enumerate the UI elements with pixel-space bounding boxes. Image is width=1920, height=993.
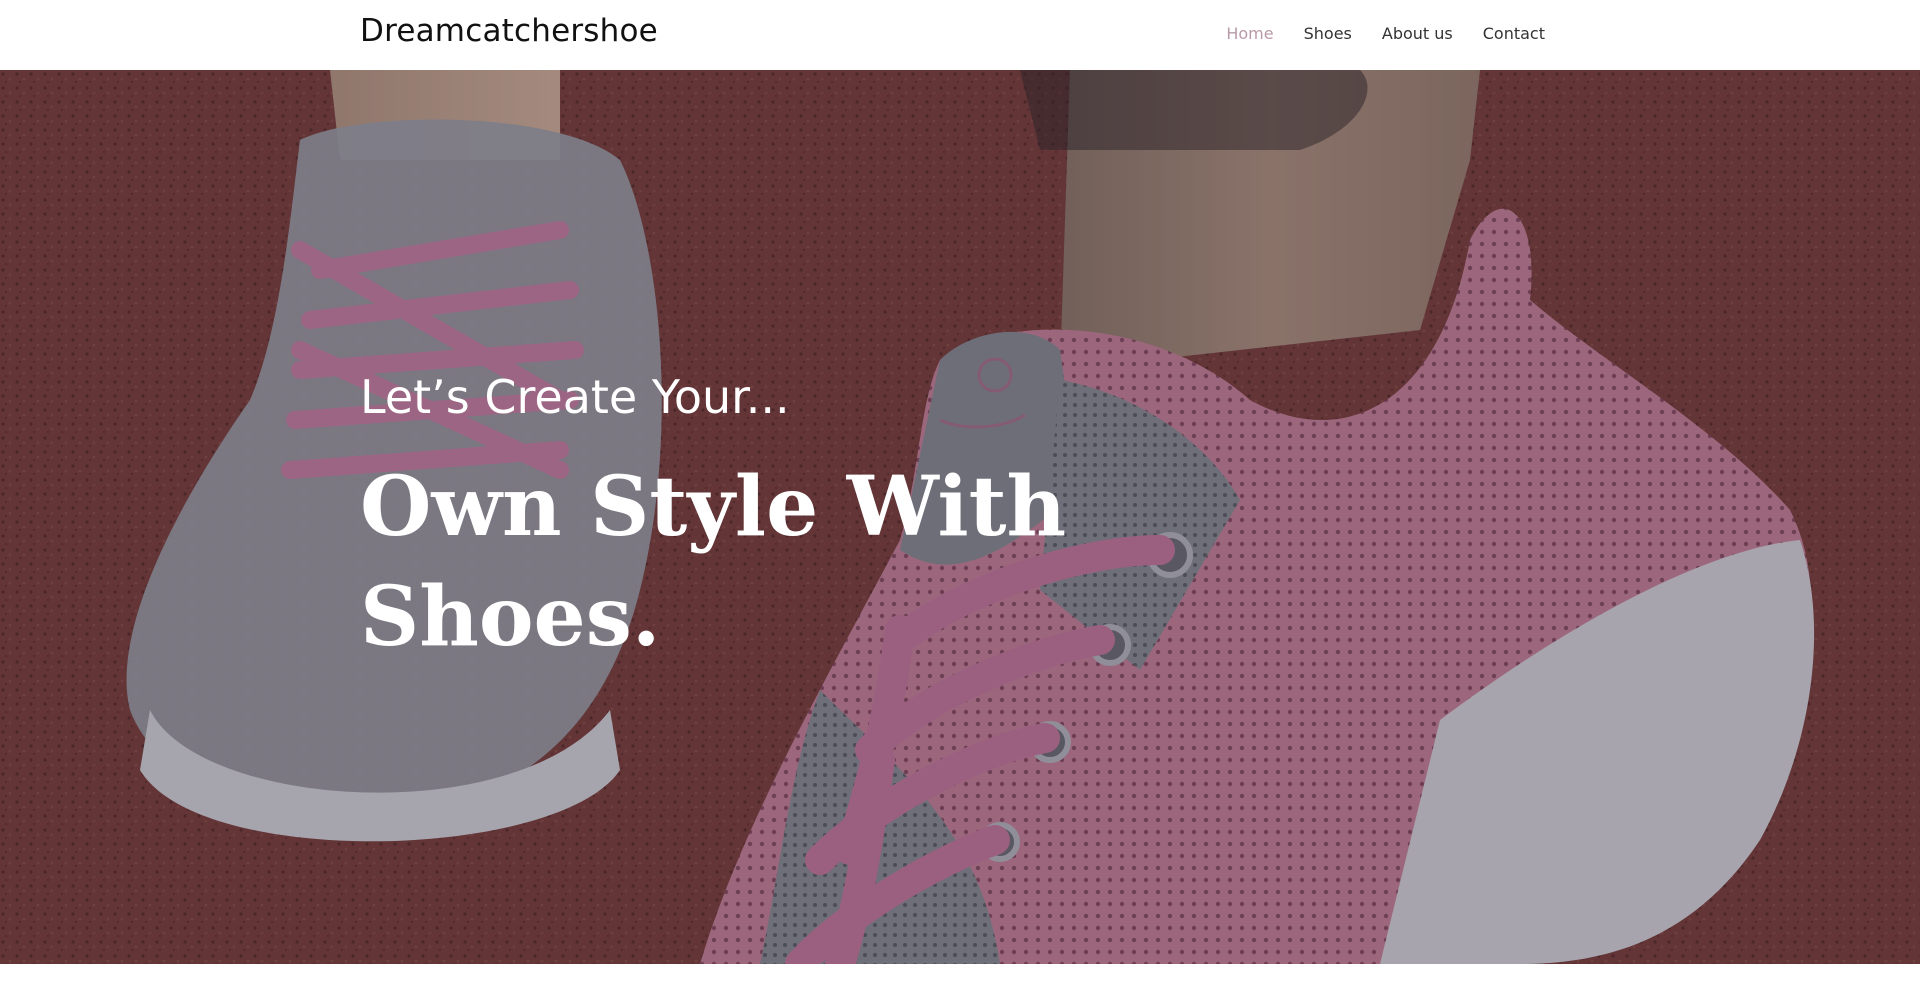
hero-tagline: Let’s Create Your... — [360, 370, 790, 424]
hero-section: Let’s Create Your... Own Style With Shoe… — [0, 70, 1920, 964]
page-bottom-strip — [0, 964, 1920, 993]
nav-contact[interactable]: Contact — [1483, 24, 1545, 43]
nav-home[interactable]: Home — [1226, 24, 1273, 43]
brand-logo[interactable]: Dreamcatchershoe — [360, 13, 658, 49]
site-header: Dreamcatchershoe Home Shoes About us Con… — [0, 0, 1920, 70]
main-nav: Home Shoes About us Contact — [1226, 24, 1545, 43]
nav-shoes[interactable]: Shoes — [1304, 24, 1352, 43]
nav-about-us[interactable]: About us — [1382, 24, 1453, 43]
hero-headline: Own Style With Shoes. — [360, 459, 1067, 665]
